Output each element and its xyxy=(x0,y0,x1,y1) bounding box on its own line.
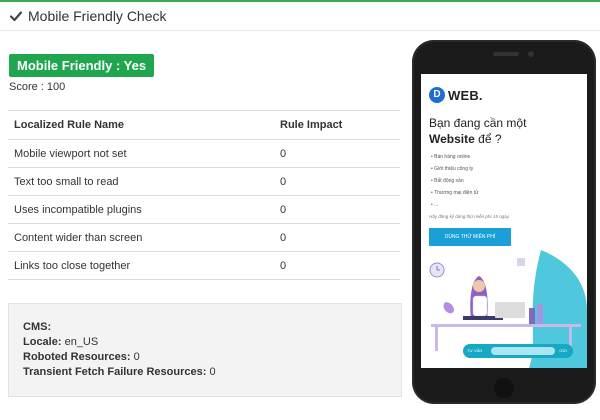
send-label[interactable]: GỬI xyxy=(559,348,567,353)
phone-preview: D WEB. Bạn đang cần một Website để ? • B… xyxy=(412,40,596,404)
locale-label: Locale: xyxy=(23,336,62,348)
site-logo: D WEB. xyxy=(429,87,483,103)
headline-tail: để ? xyxy=(478,132,502,146)
table-row: Mobile viewport not set 0 xyxy=(8,140,400,168)
roboted-value: 0 xyxy=(133,351,140,363)
free-trial-button[interactable]: DÙNG THỬ MIỄN PHÍ xyxy=(429,228,511,246)
score-text: Score : 100 xyxy=(9,81,66,93)
site-bullet: • Bất động sản xyxy=(431,178,464,184)
rule-impact-cell: 0 xyxy=(280,147,287,160)
site-bullet: • Giới thiệu công ty xyxy=(431,166,474,172)
transient-value: 0 xyxy=(209,366,216,378)
rule-name-cell: Content wider than screen xyxy=(14,231,143,244)
site-headline-line2: Website để ? xyxy=(429,132,502,146)
table-row: Text too small to read 0 xyxy=(8,168,400,196)
roboted-line: Roboted Resources: 0 xyxy=(23,350,401,365)
site-headline-line1: Bạn đang cần một xyxy=(429,116,527,130)
transient-label: Transient Fetch Failure Resources: xyxy=(23,366,207,378)
mobile-friendly-badge: Mobile Friendly : Yes xyxy=(9,54,155,77)
rule-impact-cell: 0 xyxy=(280,175,287,188)
phone-screen: D WEB. Bạn đang cần một Website để ? • B… xyxy=(421,74,587,368)
table-row: Links too close together 0 xyxy=(8,252,400,280)
column-header-rule-name: Localized Rule Name xyxy=(14,119,125,131)
roboted-label: Roboted Resources: xyxy=(23,351,131,363)
chat-bar[interactable]: TƯ VẤN GỬI xyxy=(463,344,573,358)
logo-text: WEB. xyxy=(448,87,483,103)
rule-impact-cell: 0 xyxy=(280,231,287,244)
headline-bold: Website xyxy=(429,132,475,146)
page-info-box: CMS: Locale: en_US Roboted Resources: 0 … xyxy=(8,303,402,397)
phone-camera xyxy=(528,51,534,57)
cms-label: CMS: xyxy=(23,321,52,333)
check-icon xyxy=(9,9,23,23)
rule-name-cell: Text too small to read xyxy=(14,175,119,188)
rule-impact-cell: 0 xyxy=(280,259,287,272)
site-bullet: • Thương mại điện tử xyxy=(431,190,479,196)
cms-line: CMS: xyxy=(23,320,401,335)
transient-line: Transient Fetch Failure Resources: 0 xyxy=(23,365,401,380)
table-header-row: Localized Rule Name Rule Impact xyxy=(8,111,400,140)
table-row: Content wider than screen 0 xyxy=(8,224,400,252)
chat-input[interactable] xyxy=(491,347,555,355)
panel-title: Mobile Friendly Check xyxy=(28,8,167,24)
table-row: Uses incompatible plugins 0 xyxy=(8,196,400,224)
rule-name-cell: Mobile viewport not set xyxy=(14,147,127,160)
panel-header: Mobile Friendly Check xyxy=(0,2,600,31)
consult-label: TƯ VẤN xyxy=(467,348,483,353)
site-bullet: • Bán hàng online xyxy=(431,154,471,160)
logo-mark: D xyxy=(429,87,445,103)
column-header-rule-impact: Rule Impact xyxy=(280,119,343,131)
rules-table: Localized Rule Name Rule Impact Mobile v… xyxy=(8,110,400,280)
rule-name-cell: Links too close together xyxy=(14,259,131,272)
rule-name-cell: Uses incompatible plugins xyxy=(14,203,142,216)
locale-line: Locale: en_US xyxy=(23,335,401,350)
rule-impact-cell: 0 xyxy=(280,203,287,216)
phone-speaker xyxy=(493,52,519,56)
site-note: Hãy đăng ký dùng thử miễn phí 15 ngày. xyxy=(429,214,510,219)
phone-home-button xyxy=(494,378,514,398)
site-bullet: • ... xyxy=(431,202,439,208)
locale-value: en_US xyxy=(64,336,99,348)
